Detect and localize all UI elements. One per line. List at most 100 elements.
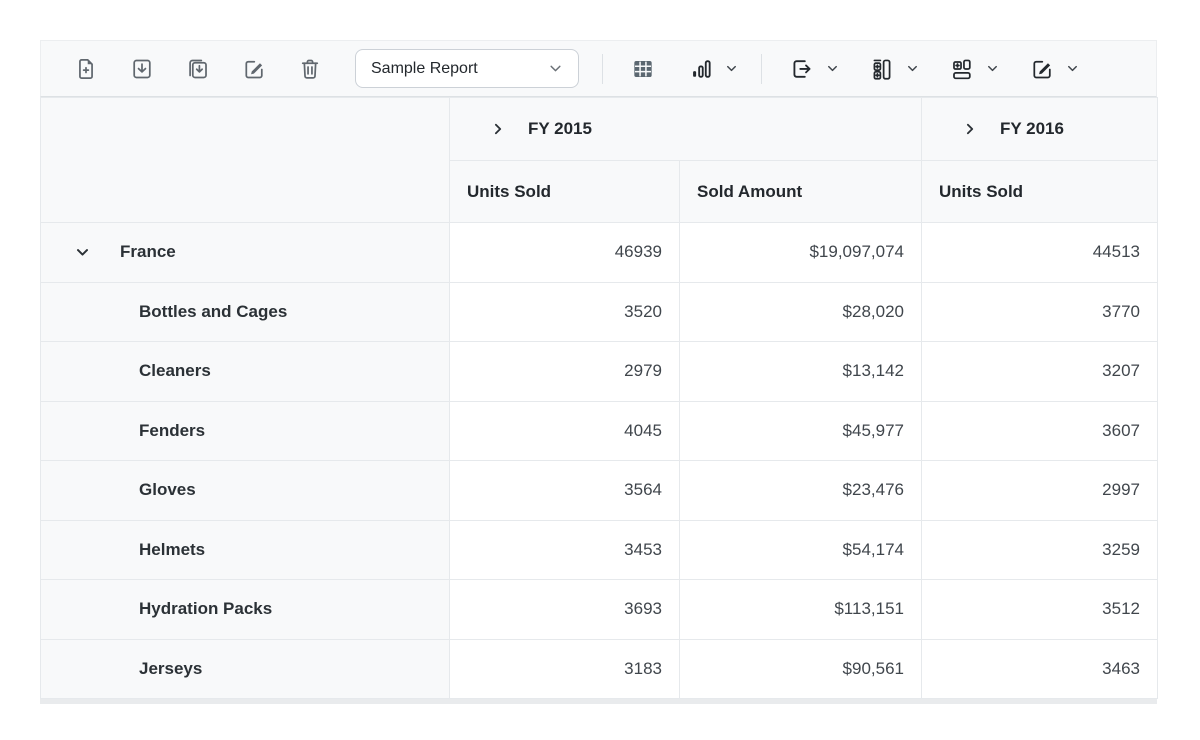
report-actions-group bbox=[69, 52, 327, 86]
value-cell[interactable]: 3770 bbox=[922, 282, 1158, 342]
value-cell[interactable]: 46939 bbox=[450, 223, 680, 283]
measure-header-units-sold: Units Sold bbox=[450, 161, 680, 223]
save-as-report-icon bbox=[185, 56, 211, 82]
export-icon bbox=[789, 56, 815, 82]
row-label: Jerseys bbox=[139, 659, 202, 679]
value-cell[interactable]: 3207 bbox=[922, 342, 1158, 402]
value-cell[interactable]: 3453 bbox=[450, 520, 680, 580]
row-header: Hydration Packs bbox=[41, 580, 450, 640]
table-row: Hydration Packs 3693$113,1513512 bbox=[41, 580, 1158, 640]
chevron-right-icon[interactable] bbox=[963, 122, 977, 136]
value-cell[interactable]: 3693 bbox=[450, 580, 680, 640]
grid-view-icon bbox=[630, 56, 656, 82]
toolbar-separator bbox=[602, 54, 603, 84]
value-cell[interactable]: 3520 bbox=[450, 282, 680, 342]
sub-total-button[interactable] bbox=[865, 52, 899, 86]
chevron-down-icon[interactable] bbox=[986, 62, 999, 75]
report-selector-value: Sample Report bbox=[371, 60, 478, 78]
value-cell[interactable]: 3183 bbox=[450, 639, 680, 699]
new-report-button[interactable] bbox=[69, 52, 103, 86]
value-cell[interactable]: $28,020 bbox=[680, 282, 922, 342]
value-cell[interactable]: $19,097,074 bbox=[680, 223, 922, 283]
chart-view-group bbox=[684, 52, 738, 86]
value-cell[interactable]: $90,561 bbox=[680, 639, 922, 699]
value-cell[interactable]: $113,151 bbox=[680, 580, 922, 640]
column-group-label: FY 2015 bbox=[528, 119, 592, 139]
table-row: Cleaners 2979$13,1423207 bbox=[41, 342, 1158, 402]
sub-total-group bbox=[865, 52, 919, 86]
new-report-icon bbox=[73, 56, 99, 82]
value-cell[interactable]: 3259 bbox=[922, 520, 1158, 580]
grid-view-button[interactable] bbox=[626, 52, 660, 86]
row-label: Gloves bbox=[139, 480, 196, 500]
export-button[interactable] bbox=[785, 52, 819, 86]
row-label: Cleaners bbox=[139, 361, 211, 381]
measure-header-sold-amount: Sold Amount bbox=[680, 161, 922, 223]
grand-total-group bbox=[945, 52, 999, 86]
row-header: Gloves bbox=[41, 461, 450, 521]
corner-cell bbox=[41, 98, 450, 223]
row-label: Helmets bbox=[139, 540, 205, 560]
pivot-table-widget: Sample Report bbox=[40, 40, 1157, 704]
row-label: Hydration Packs bbox=[139, 599, 272, 619]
formatting-icon bbox=[1029, 56, 1055, 82]
pivot-toolbar: Sample Report bbox=[40, 40, 1157, 97]
value-cell[interactable]: 2979 bbox=[450, 342, 680, 402]
value-cell[interactable]: 44513 bbox=[922, 223, 1158, 283]
value-cell[interactable]: 2997 bbox=[922, 461, 1158, 521]
row-label: Fenders bbox=[139, 421, 205, 441]
column-group-label: FY 2016 bbox=[1000, 119, 1064, 139]
chevron-right-icon[interactable] bbox=[491, 122, 505, 136]
measure-header-units-sold: Units Sold bbox=[922, 161, 1158, 223]
row-label: Bottles and Cages bbox=[139, 302, 287, 322]
table-row: Helmets 3453$54,1743259 bbox=[41, 520, 1158, 580]
value-cell[interactable]: $13,142 bbox=[680, 342, 922, 402]
table-row: Jerseys 3183$90,5613463 bbox=[41, 639, 1158, 699]
chevron-down-icon[interactable] bbox=[1066, 62, 1079, 75]
grand-total-button[interactable] bbox=[945, 52, 979, 86]
value-cell[interactable]: $54,174 bbox=[680, 520, 922, 580]
sub-total-icon bbox=[869, 56, 895, 82]
row-label: France bbox=[120, 242, 176, 262]
chevron-down-icon bbox=[548, 61, 563, 76]
chevron-down-icon[interactable] bbox=[826, 62, 839, 75]
value-cell[interactable]: 3607 bbox=[922, 401, 1158, 461]
chart-view-button[interactable] bbox=[684, 52, 718, 86]
value-cell[interactable]: $23,476 bbox=[680, 461, 922, 521]
value-cell[interactable]: 3512 bbox=[922, 580, 1158, 640]
chevron-down-icon[interactable] bbox=[725, 62, 738, 75]
chart-view-icon bbox=[688, 56, 714, 82]
column-group-fy2016[interactable]: FY 2016 bbox=[922, 98, 1158, 161]
value-cell[interactable]: 3463 bbox=[922, 639, 1158, 699]
rename-report-icon bbox=[241, 56, 267, 82]
row-header: Helmets bbox=[41, 520, 450, 580]
grand-total-icon bbox=[949, 56, 975, 82]
formatting-button[interactable] bbox=[1025, 52, 1059, 86]
table-row: France 46939$19,097,07444513 bbox=[41, 223, 1158, 283]
report-selector[interactable]: Sample Report bbox=[355, 49, 579, 88]
row-header: Cleaners bbox=[41, 342, 450, 402]
pivot-grid: FY 2015 FY 2016 Units Sold Sold Amount U… bbox=[40, 97, 1158, 699]
save-as-report-button[interactable] bbox=[181, 52, 215, 86]
table-row: Fenders 4045$45,9773607 bbox=[41, 401, 1158, 461]
value-cell[interactable]: 4045 bbox=[450, 401, 680, 461]
delete-report-button[interactable] bbox=[293, 52, 327, 86]
column-group-fy2015[interactable]: FY 2015 bbox=[450, 98, 922, 161]
delete-report-icon bbox=[297, 56, 323, 82]
table-row: Bottles and Cages 3520$28,0203770 bbox=[41, 282, 1158, 342]
value-cell[interactable]: $45,977 bbox=[680, 401, 922, 461]
chevron-down-icon bbox=[75, 245, 90, 260]
export-group bbox=[785, 52, 839, 86]
save-report-icon bbox=[129, 56, 155, 82]
chevron-down-icon[interactable] bbox=[906, 62, 919, 75]
row-header: Jerseys bbox=[41, 639, 450, 699]
row-header[interactable]: France bbox=[41, 223, 450, 283]
toolbar-separator bbox=[761, 54, 762, 84]
rename-report-button[interactable] bbox=[237, 52, 271, 86]
table-row: Gloves 3564$23,4762997 bbox=[41, 461, 1158, 521]
save-report-button[interactable] bbox=[125, 52, 159, 86]
row-collapse-button[interactable] bbox=[75, 245, 90, 260]
value-cell[interactable]: 3564 bbox=[450, 461, 680, 521]
widget-bottom-edge bbox=[40, 699, 1157, 704]
row-header: Bottles and Cages bbox=[41, 282, 450, 342]
